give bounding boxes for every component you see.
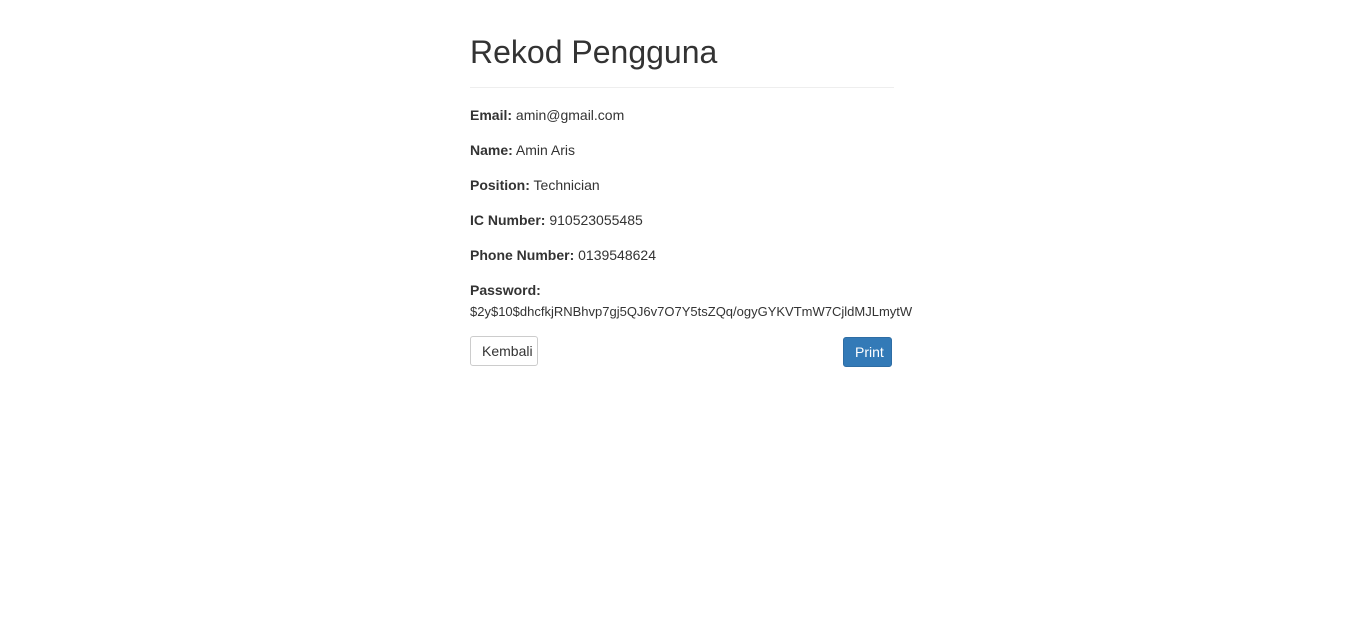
record-name: Name: Amin Aris bbox=[470, 140, 894, 161]
email-label: Email: bbox=[470, 107, 513, 123]
user-record-panel: Rekod Pengguna Email: amin@gmail.com Nam… bbox=[470, 0, 913, 368]
print-button[interactable]: Print bbox=[843, 337, 892, 367]
name-label: Name: bbox=[470, 142, 513, 158]
record-password: Password: $2y$10$dhcfkjRNBhvp7gj5QJ6v7O7… bbox=[470, 280, 913, 322]
password-label: Password: bbox=[470, 282, 541, 298]
record-email: Email: amin@gmail.com bbox=[470, 105, 894, 126]
name-value: Amin Aris bbox=[515, 142, 576, 158]
record-phone-number: Phone Number: 0139548624 bbox=[470, 245, 894, 266]
phone-number-label: Phone Number: bbox=[470, 247, 575, 263]
phone-number-value: 0139548624 bbox=[578, 247, 656, 263]
ic-number-label: IC Number: bbox=[470, 212, 546, 228]
record-list: Email: amin@gmail.com Name: Amin Aris Po… bbox=[470, 105, 913, 322]
password-value: $2y$10$dhcfkjRNBhvp7gj5QJ6v7O7Y5tsZQq/og… bbox=[470, 304, 913, 319]
back-button[interactable]: Kembali bbox=[470, 336, 538, 366]
ic-number-value: 910523055485 bbox=[549, 212, 643, 228]
email-value: amin@gmail.com bbox=[515, 107, 625, 123]
page-title: Rekod Pengguna bbox=[470, 34, 718, 70]
action-bar: Kembali Print bbox=[470, 336, 894, 368]
record-ic-number: IC Number: 910523055485 bbox=[470, 210, 894, 231]
position-value: Technician bbox=[533, 177, 600, 193]
record-position: Position: Technician bbox=[470, 175, 894, 196]
title-divider bbox=[470, 87, 894, 88]
position-label: Position: bbox=[470, 177, 530, 193]
